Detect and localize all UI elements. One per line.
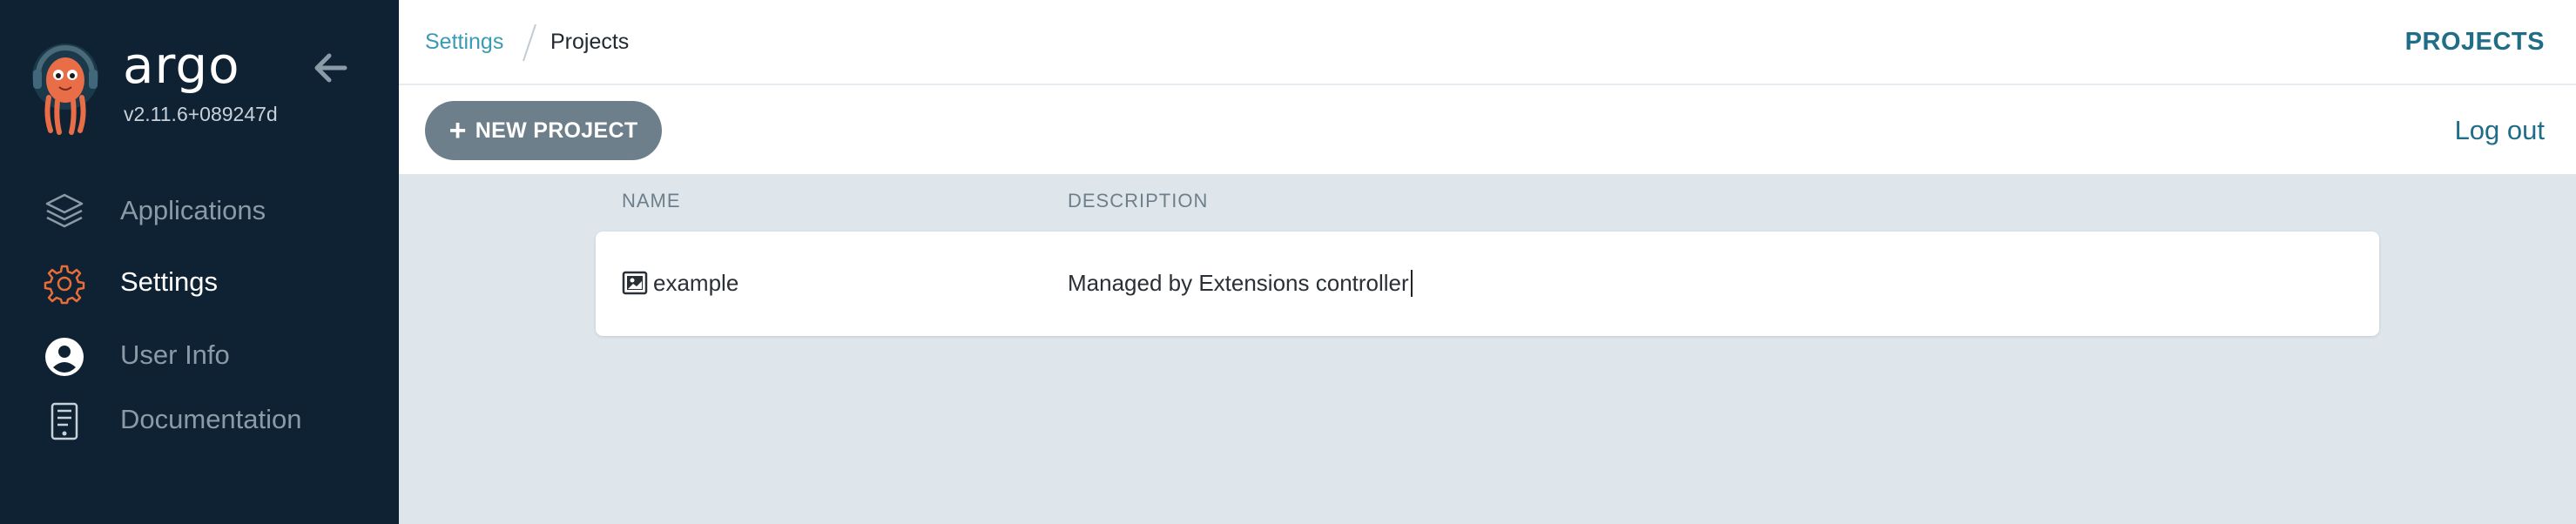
- table-row[interactable]: example Managed by Extensions controller: [596, 232, 2379, 336]
- new-project-label: NEW PROJECT: [475, 118, 638, 143]
- logout-button[interactable]: Log out: [2455, 115, 2545, 146]
- project-icon: [622, 271, 648, 295]
- sidebar-item-documentation[interactable]: Documentation: [0, 388, 399, 449]
- sidebar-item-label: Applications: [120, 195, 266, 225]
- argo-logo[interactable]: [30, 42, 101, 136]
- book-icon: [44, 400, 85, 442]
- version-label: v2.11.6+089247d: [124, 103, 278, 125]
- plus-icon: +: [448, 114, 467, 147]
- page-title: PROJECTS: [2404, 28, 2545, 56]
- collapse-sidebar-button[interactable]: [312, 50, 350, 85]
- sidebar-item-applications[interactable]: Applications: [0, 179, 399, 240]
- sidebar-item-label: User Info: [120, 339, 230, 370]
- breadcrumb-separator: [521, 23, 538, 63]
- sidebar-item-settings[interactable]: Settings: [0, 251, 399, 312]
- breadcrumb-current: Projects: [550, 30, 630, 54]
- sidebar-item-user-info[interactable]: User Info: [0, 324, 399, 385]
- brand-name: argo: [123, 36, 240, 95]
- user-circle-icon: [44, 336, 85, 378]
- layers-icon: [44, 191, 85, 233]
- project-description: Managed by Extensions controller: [1068, 270, 1413, 297]
- column-header-description: DESCRIPTION: [1068, 190, 1209, 212]
- project-name: example: [653, 270, 739, 296]
- sidebar-item-label: Documentation: [120, 404, 302, 434]
- sidebar-item-label: Settings: [120, 266, 219, 297]
- top-bar: Settings Projects PROJECTS: [399, 0, 2576, 85]
- toolbar: + NEW PROJECT Log out: [399, 85, 2576, 174]
- column-header-name: NAME: [622, 190, 681, 212]
- new-project-button[interactable]: + NEW PROJECT: [425, 101, 662, 160]
- gear-icon: [44, 263, 85, 305]
- arrow-left-icon: [314, 53, 347, 83]
- breadcrumb-settings-link[interactable]: Settings: [425, 30, 503, 55]
- sidebar: argo v2.11.6+089247d Applications Settin…: [0, 0, 399, 524]
